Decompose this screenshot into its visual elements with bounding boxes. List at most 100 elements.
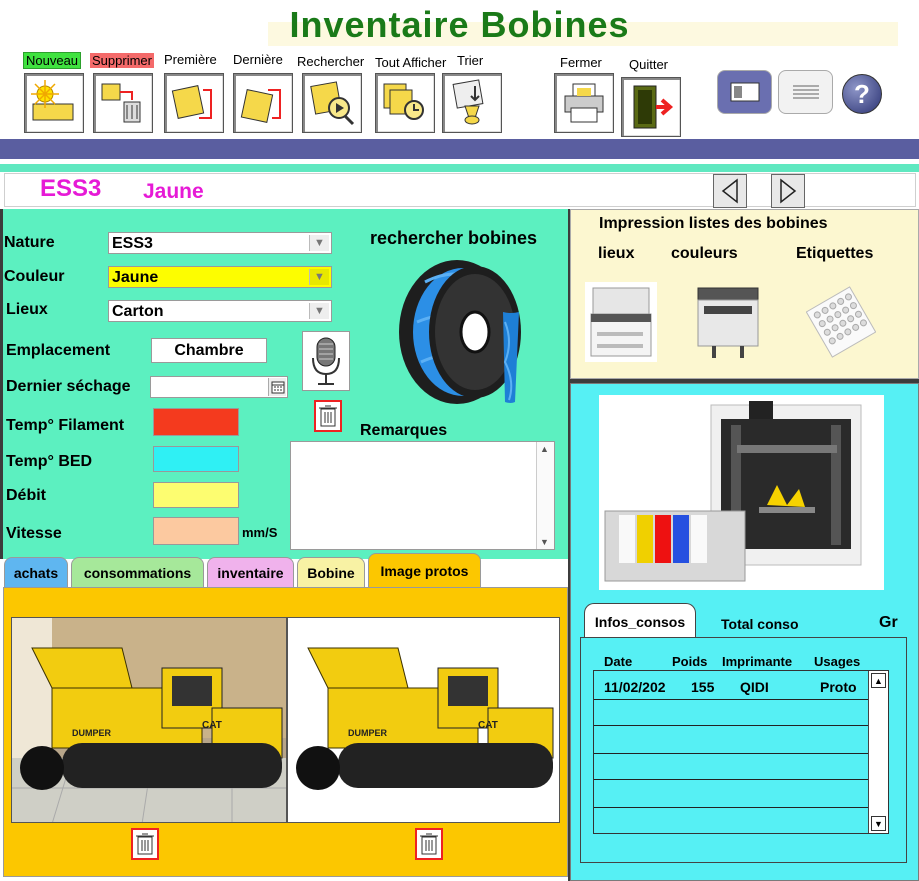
rechercher-button[interactable] [302,73,362,133]
col-header-imprimante: Imprimante [722,654,793,669]
3d-printer-image[interactable] [599,395,884,590]
table-row-imprimante[interactable]: QIDI [740,679,769,695]
emplacement-field[interactable]: Chambre [151,338,267,363]
proto-image-1[interactable]: DUMPER CAT [11,617,287,823]
trash-icon [319,405,337,427]
list-view-button[interactable] [778,70,833,114]
remarques-textarea[interactable]: ▲ ▼ [290,441,555,550]
couleur-select[interactable]: Jaune ▼ [108,266,332,288]
search-record-icon [310,81,355,126]
fermer-button[interactable] [554,73,614,133]
temp-filament-field[interactable] [153,408,239,436]
trash-icon [136,833,154,855]
print-couleurs-button[interactable] [692,280,764,362]
close-printer-icon [564,83,604,123]
debit-field[interactable] [153,482,239,508]
previous-record-button[interactable] [713,174,747,208]
col-header-poids: Poids [672,654,708,669]
chevron-down-icon[interactable]: ▼ [309,269,329,285]
derniere-button[interactable] [233,73,293,133]
rechercher-bobines-link[interactable]: rechercher bobines [370,228,537,249]
form-view-button[interactable] [717,70,772,114]
scroll-down-icon[interactable]: ▼ [871,816,886,831]
couleur-value: Jaune [112,269,159,286]
derniere-label: Dernière [233,52,283,67]
first-record-icon [171,85,212,119]
tout-afficher-button[interactable] [375,73,435,133]
tab-consommations[interactable]: consommations [71,557,204,587]
delete-date-button[interactable] [314,400,342,432]
quitter-button[interactable] [621,77,681,137]
print-etiquettes-label: Etiquettes [796,245,874,262]
col-header-usages: Usages [814,654,861,669]
table-row-poids[interactable]: 155 [691,679,714,695]
temp-filament-label: Temp° Filament [6,417,125,434]
header-separator [0,164,919,172]
rechercher-label: Rechercher [297,54,365,69]
dernier-sechage-field[interactable] [150,376,288,398]
chevron-down-icon[interactable]: ▼ [309,235,329,251]
gr-label: Gr [879,614,898,631]
temp-bed-label: Temp° BED [6,453,93,470]
print-lieux-button[interactable] [585,282,657,362]
help-icon[interactable]: ? [842,74,882,114]
printer-icon [590,287,652,357]
trier-label: Trier [457,53,484,68]
arrow-right-icon [780,178,797,204]
microphone-icon [312,337,340,385]
quitter-label: Quitter [629,57,669,72]
tab-inventaire[interactable]: inventaire [207,557,294,587]
tab-infos-consos[interactable]: Infos_consos [584,603,696,639]
chevron-down-icon[interactable]: ▼ [309,303,329,319]
supprimer-label: Supprimer [90,53,154,68]
color-printer-icon [697,287,759,358]
remarques-label: Remarques [360,422,448,439]
conso-scrollbar[interactable]: ▲ ▼ [868,671,888,833]
proto-image-2[interactable]: DUMPER CAT [287,617,560,823]
calendar-icon[interactable] [268,378,286,396]
list-view-icon [792,85,819,99]
tab-bobine[interactable]: Bobine [297,557,365,587]
app-title: Inventaire Bobines [289,4,630,45]
premiere-button[interactable] [164,73,224,133]
debit-label: Débit [6,487,46,504]
table-row-date[interactable]: 11/02/202 [604,679,666,695]
vitesse-unit: mm/S [242,525,278,540]
next-record-button[interactable] [771,174,805,208]
spool-image[interactable] [385,252,555,412]
remarques-scrollbar[interactable]: ▲ ▼ [536,442,554,549]
col-header-date: Date [604,654,633,669]
delete-proto-image-1-button[interactable] [131,828,159,860]
nouveau-label: Nouveau [23,52,82,69]
temp-bed-field[interactable] [153,446,239,472]
dernier-sechage-label: Dernier séchage [6,378,131,395]
lieux-select[interactable]: Carton ▼ [108,300,332,322]
lieux-label: Lieux [6,301,48,318]
nature-select[interactable]: ESS3 ▼ [108,232,332,254]
table-row-usages[interactable]: Proto [820,679,857,695]
print-couleurs-label: couleurs [671,245,738,262]
premiere-label: Première [164,52,217,67]
emplacement-label: Emplacement [6,342,111,359]
tout-afficher-label: Tout Afficher [375,55,447,70]
delete-proto-image-2-button[interactable] [415,828,443,860]
toolbar-separator [0,139,919,159]
tab-achats[interactable]: achats [4,557,68,587]
vitesse-field[interactable] [153,517,239,545]
tab-image-protos[interactable]: Image protos [368,553,481,588]
record-nature: ESS3 [40,175,102,202]
tab-total-conso[interactable]: Total conso [721,616,799,632]
nouveau-button[interactable] [24,73,84,133]
new-record-icon [31,80,74,121]
scroll-down-icon[interactable]: ▼ [540,537,549,547]
scroll-up-icon[interactable]: ▲ [871,673,886,688]
svg-text:DUMPER: DUMPER [72,728,112,738]
microphone-button[interactable] [302,331,350,391]
print-etiquettes-button[interactable] [805,282,877,362]
trash-icon [420,833,438,855]
trier-button[interactable] [442,73,502,133]
arrow-left-icon [721,178,738,204]
supprimer-button[interactable] [93,73,153,133]
scroll-up-icon[interactable]: ▲ [540,444,549,454]
print-lists-title: Impression listes des bobines [599,215,828,232]
